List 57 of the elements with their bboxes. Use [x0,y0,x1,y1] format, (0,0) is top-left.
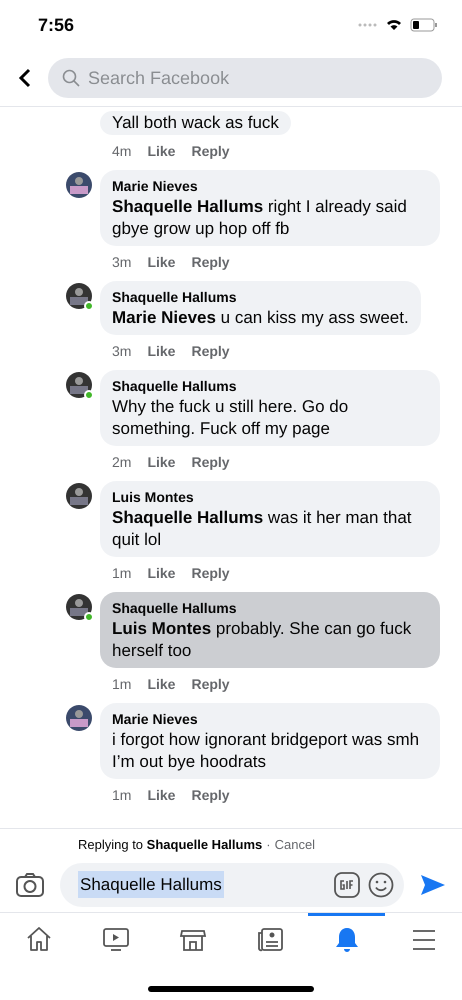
cancel-link[interactable]: Cancel [274,835,316,854]
timestamp: 2m [112,453,132,472]
like-link[interactable]: Like [147,674,176,695]
reply-link[interactable]: Reply [191,674,230,695]
timestamp: 1m [112,786,132,805]
timestamp: 1m [112,675,132,694]
signal-icon [358,23,378,27]
like-link[interactable]: Like [147,341,176,362]
comment-text: Yall both wack as fuck [112,112,279,134]
comment-text: Why the fuck u still here. Go do something. Fuck off my page [112,396,350,440]
author-name[interactable]: Shaquelle Hallums [112,376,428,396]
timestamp: 4m [112,142,132,161]
avatar[interactable] [66,483,92,509]
camera-icon[interactable] [16,872,44,896]
search-icon [62,69,80,87]
wifi-icon [386,19,402,31]
back-icon[interactable] [18,68,32,88]
comment-input[interactable]: Shaquelle Hallums [60,862,404,906]
author-name[interactable]: Luis Montes [112,487,428,507]
newspaper-icon [256,926,284,953]
timestamp: 3m [112,253,132,272]
author-name[interactable]: Marie Nieves [112,709,428,729]
author-name[interactable]: Shaquelle Hallums [112,287,409,307]
comment-text: Shaquelle Hallums right I already said gbye grow up hop off fb [112,196,408,240]
timestamp: 3m [112,342,132,361]
avatar[interactable] [66,172,92,198]
like-link[interactable]: Like [147,563,176,584]
like-link[interactable]: Like [147,785,176,806]
avatar[interactable] [66,705,92,731]
like-link[interactable]: Like [147,141,176,162]
status-time: 7:56 [38,14,74,36]
reply-link[interactable]: Reply [191,141,230,162]
battery-icon [410,18,438,32]
reply-link[interactable]: Reply [191,563,230,584]
like-link[interactable]: Like [147,452,176,473]
home-icon [24,926,52,953]
gif-icon[interactable] [334,872,360,898]
separator: · [266,836,271,854]
avatar[interactable] [66,372,92,398]
emoji-icon[interactable] [368,872,394,898]
replying-to-text: Replying to Shaquelle Hallums [78,836,262,854]
send-icon[interactable] [420,874,446,896]
avatar[interactable] [66,283,92,309]
avatar[interactable] [66,594,92,620]
comment-text: Luis Montes probably. She can go fuck herself too [112,618,412,662]
reply-link[interactable]: Reply [191,341,230,362]
comment-text: i forgot how ignorant bridgeport was smh I’m out bye hoodrats [112,729,420,773]
reply-link[interactable]: Reply [191,252,230,273]
timestamp: 1m [112,564,132,583]
video-icon [102,926,130,953]
reply-link[interactable]: Reply [191,785,230,806]
author-name[interactable]: Shaquelle Hallums [112,598,428,618]
reply-link[interactable]: Reply [191,452,230,473]
comment-text: Shaquelle Hallums was it her man that quit lol [112,507,413,551]
like-link[interactable]: Like [147,252,176,273]
author-name[interactable]: Marie Nieves [112,176,428,196]
comment-text: Marie Nieves u can kiss my ass sweet. [112,307,409,329]
